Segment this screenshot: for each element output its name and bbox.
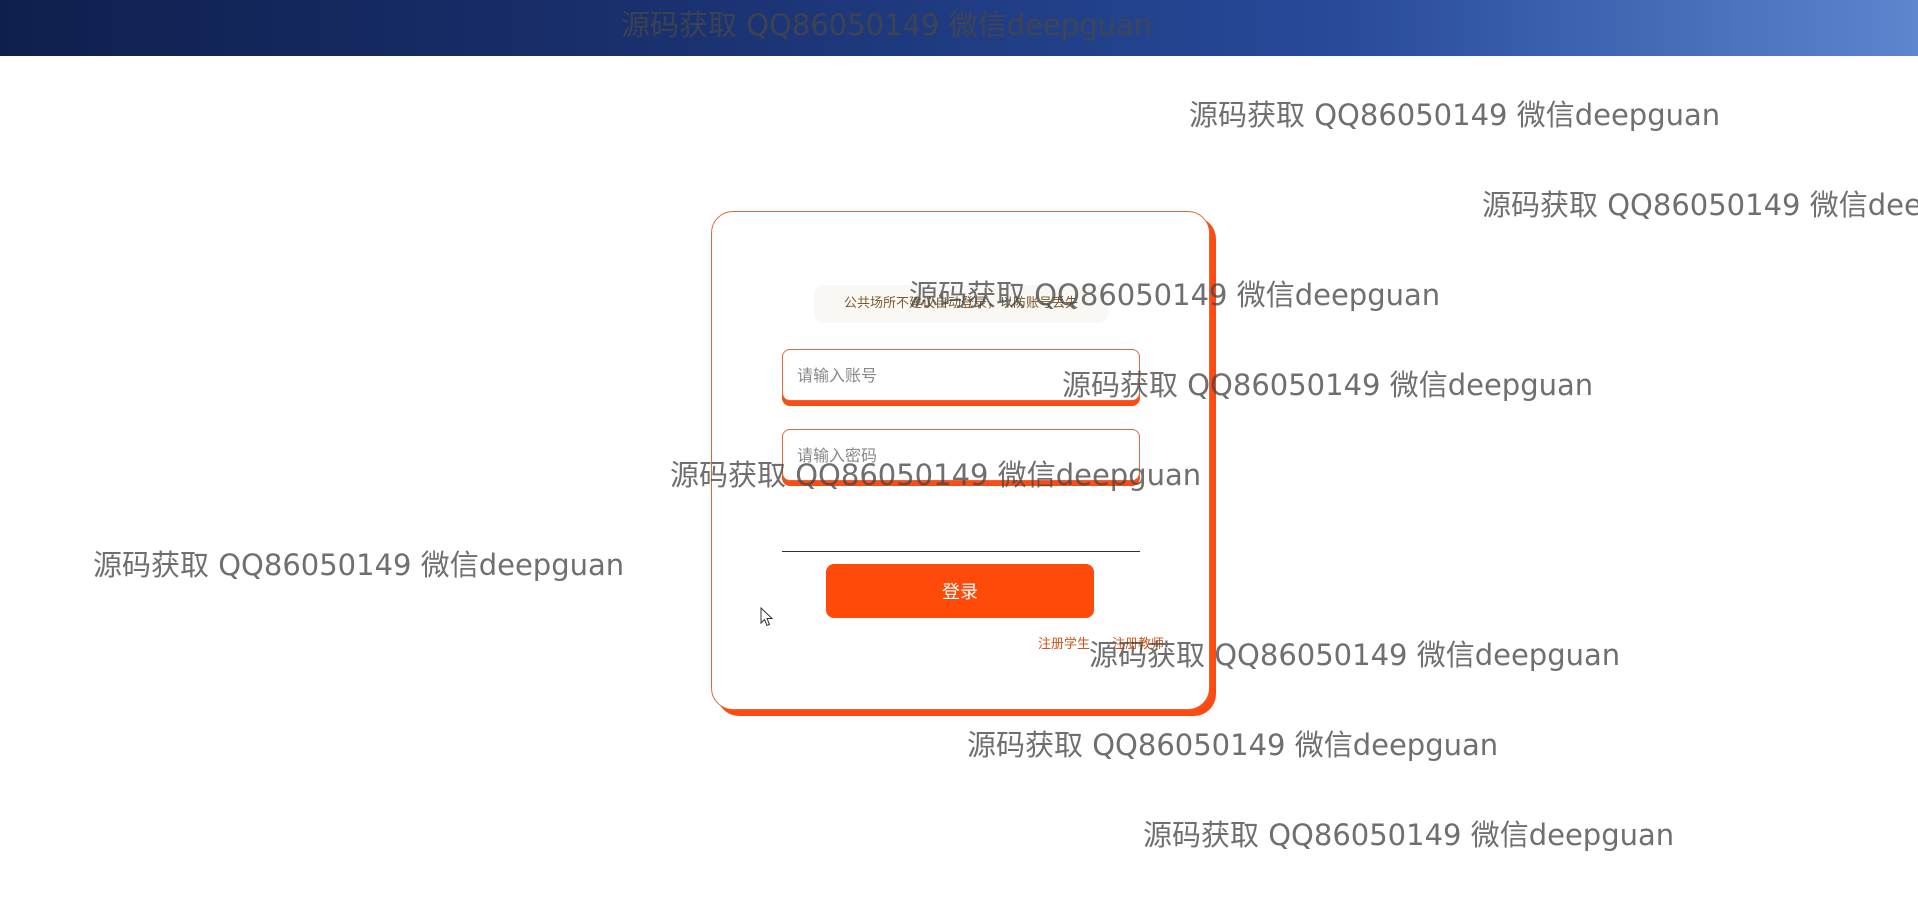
top-header-bar bbox=[0, 0, 1918, 56]
register-links: 注册学生 注册教师 bbox=[1038, 633, 1164, 652]
password-input[interactable] bbox=[783, 430, 1139, 480]
username-input[interactable] bbox=[783, 350, 1139, 400]
mouse-cursor-icon bbox=[760, 607, 774, 627]
password-field[interactable] bbox=[782, 429, 1140, 481]
username-field[interactable] bbox=[782, 349, 1140, 401]
login-button[interactable]: 登录 bbox=[826, 564, 1094, 618]
watermark-text: 源码获取 QQ86050149 微信deepguan bbox=[93, 548, 625, 582]
watermark-text: 源码获取 QQ86050149 微信deepguan bbox=[967, 728, 1499, 762]
register-teacher-link[interactable]: 注册教师 bbox=[1112, 637, 1164, 652]
login-notice: 公共场所不建议自动登录，以防账号丢失 bbox=[814, 285, 1108, 323]
register-student-link[interactable]: 注册学生 bbox=[1038, 637, 1090, 652]
watermark-text: 源码获取 QQ86050149 微信deepguan bbox=[1482, 188, 1918, 222]
divider-line bbox=[782, 551, 1140, 552]
watermark-text: 源码获取 QQ86050149 微信deepguan bbox=[1143, 818, 1675, 852]
watermark-text: 源码获取 QQ86050149 微信deepguan bbox=[1189, 98, 1721, 132]
